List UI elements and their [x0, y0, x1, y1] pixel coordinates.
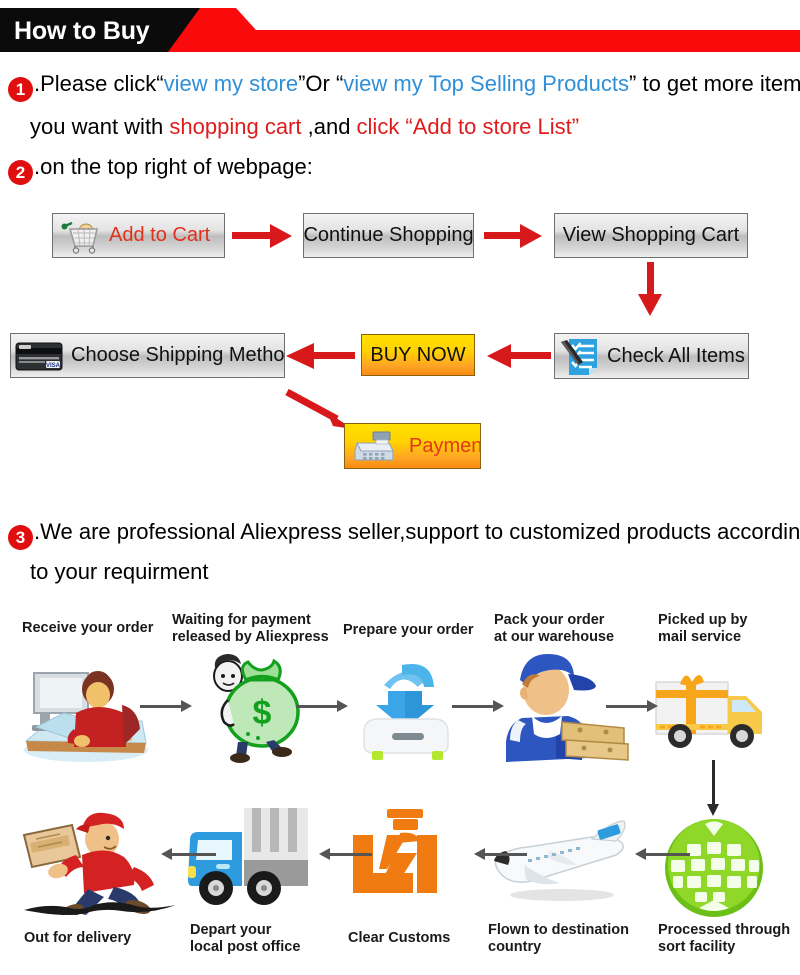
step-1-text-b: ”Or “	[298, 71, 344, 96]
page-title: How to Buy	[14, 17, 150, 45]
green-globe-icon	[655, 816, 773, 925]
step-3-line-2: to your requirment	[30, 558, 209, 585]
step-3-line-1: 3 .We are professional Aliexpress seller,…	[8, 518, 800, 550]
airplane-icon	[480, 815, 640, 910]
continue-shopping-label: Continue Shopping	[303, 224, 474, 246]
choose-shipping-method-label: Choose Shipping Method	[71, 344, 285, 366]
step-1-line-2: you want with shopping cart ,and click “…	[30, 113, 579, 140]
process-label-processed-sort-facility: Processed through sort facility	[658, 922, 791, 955]
ground-line-icon	[20, 900, 180, 921]
process-label-clear-customs: Clear Customs	[348, 930, 451, 946]
link-view-my-top-selling-products[interactable]: view my Top Selling Products	[343, 71, 629, 96]
process-label-prepare-your-order: Prepare your order	[343, 622, 474, 638]
process-label-flown-to-destination: Flown to destination country	[488, 922, 629, 955]
process-label-depart-local-post-office: Depart your local post office	[190, 922, 301, 955]
check-all-items-button[interactable]: Check All Items	[554, 333, 749, 379]
process-label-receive-your-order: Receive your order	[22, 620, 154, 636]
money-bag-icon: $	[190, 650, 310, 770]
shopping-cart-icon	[59, 219, 105, 255]
step-2-number-badge: 2	[8, 160, 33, 185]
emphasis-add-to-store-list: click “Add to store List”	[356, 114, 580, 139]
buy-now-button[interactable]: BUY NOW	[361, 334, 475, 376]
view-shopping-cart-label: View Shopping Cart	[562, 224, 740, 246]
choose-shipping-method-button[interactable]: VISA Choose Shipping Method	[10, 333, 285, 378]
step-2-line-1: 2 .on the top right of webpage:	[8, 153, 313, 185]
link-view-my-store[interactable]: view my store	[164, 71, 298, 96]
process-label-out-for-delivery: Out for delivery	[24, 930, 132, 946]
step-3-text-a: .We are professional Aliexpress seller,s…	[34, 519, 800, 544]
add-to-cart-button[interactable]: Add to Cart	[52, 213, 225, 258]
download-box-icon	[348, 655, 468, 765]
delivery-truck-gift-icon	[650, 662, 780, 762]
step-1-text-d: you want with	[30, 114, 170, 139]
process-label-picked-up-by-mail-service: Picked up by mail service	[658, 612, 748, 645]
svg-text:$: $	[253, 694, 272, 732]
payment-label: Payment	[409, 434, 481, 457]
step-1-text-c: ” to get more item	[629, 71, 800, 96]
step-3-number-badge: 3	[8, 525, 33, 550]
step-1-number-badge: 1	[8, 77, 33, 102]
blue-post-truck-icon	[180, 800, 325, 913]
credit-card-icon: VISA	[15, 341, 67, 373]
continue-shopping-button[interactable]: Continue Shopping	[303, 213, 474, 258]
payment-button[interactable]: Payment	[344, 423, 481, 469]
step-3-text-b: to your requirment	[30, 559, 209, 584]
check-all-items-label: Check All Items	[607, 344, 745, 367]
person-at-computer-icon	[14, 655, 154, 770]
view-shopping-cart-button[interactable]: View Shopping Cart	[554, 213, 748, 258]
add-to-cart-label: Add to Cart	[109, 224, 211, 246]
process-label-waiting-for-payment: Waiting for payment released by Aliexpre…	[172, 612, 329, 645]
warehouse-worker-icon	[496, 648, 631, 768]
emphasis-shopping-cart: shopping cart	[169, 114, 302, 139]
svg-text:VISA: VISA	[46, 363, 61, 369]
step-1-text-e: ,and	[301, 114, 357, 139]
step-2-text: .on the top right of webpage:	[34, 154, 313, 179]
buy-now-label: BUY NOW	[370, 343, 466, 366]
cash-register-icon	[349, 429, 407, 465]
process-label-pack-your-order: Pack your order at our warehouse	[494, 612, 615, 645]
step-1-line-1: 1 .Please click“view my store”Or “view my…	[8, 70, 800, 102]
step-1-text-a: .Please click“	[34, 71, 164, 96]
page-header-banner: How to Buy	[0, 8, 800, 52]
checklist-icon	[559, 338, 603, 376]
customs-officer-icon	[345, 805, 460, 910]
